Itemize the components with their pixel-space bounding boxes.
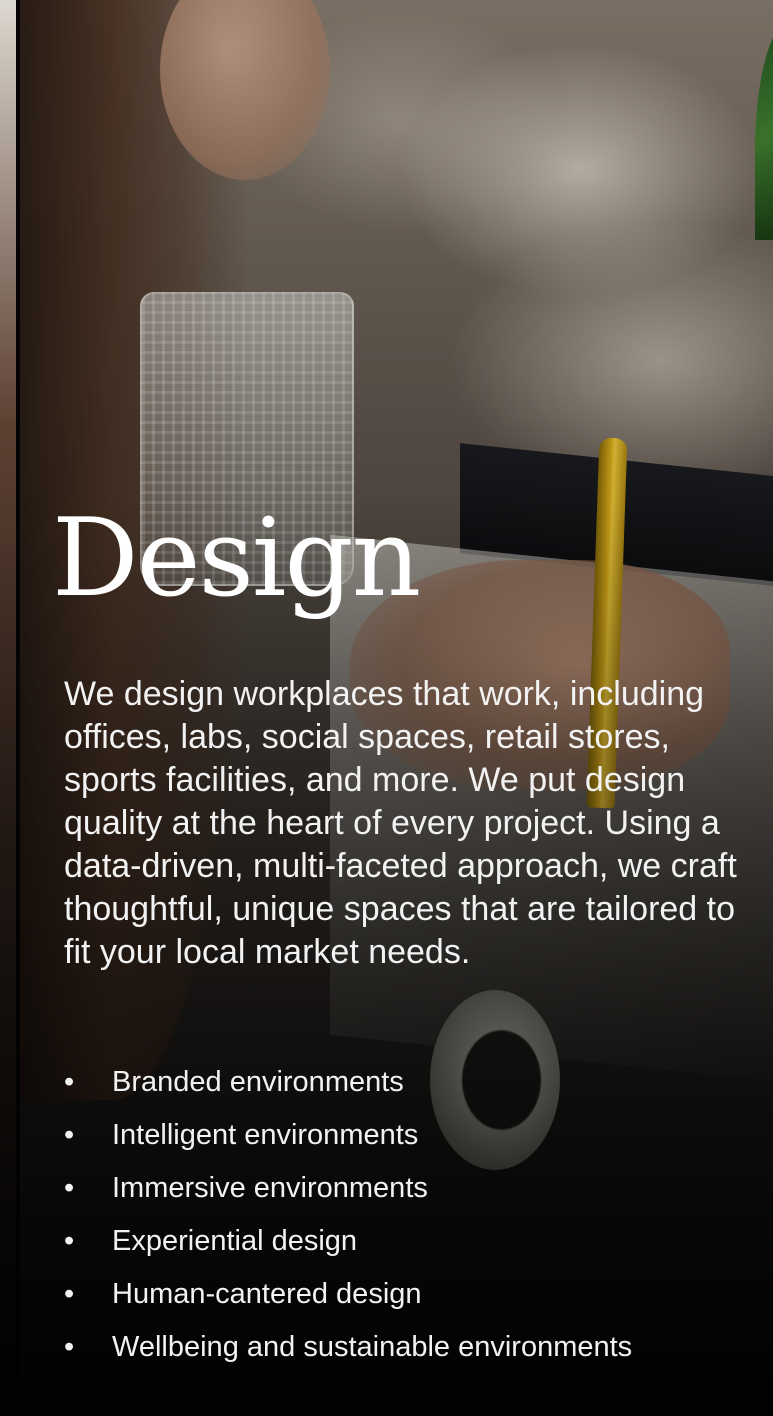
bullet-icon: • [64, 1066, 75, 1098]
design-content: Design We design workplaces that work, i… [52, 495, 742, 1374]
bullet-icon: • [64, 1119, 75, 1151]
feature-item: • Intelligent environments [64, 1109, 742, 1162]
bullet-icon: • [64, 1331, 75, 1363]
feature-item: • Branded environments [64, 1056, 742, 1109]
feature-label: Experiential design [112, 1225, 358, 1257]
feature-label: Intelligent environments [112, 1119, 419, 1151]
design-card: Design We design workplaces that work, i… [0, 0, 773, 1416]
feature-item: • Wellbeing and sustainable environments [64, 1321, 742, 1374]
feature-label: Wellbeing and sustainable environments [112, 1331, 633, 1363]
feature-label: Immersive environments [112, 1172, 428, 1204]
bullet-icon: • [64, 1225, 75, 1257]
feature-item: • Immersive environments [64, 1162, 742, 1215]
feature-label: Human-cantered design [112, 1278, 422, 1310]
feature-item: • Human-cantered design [64, 1268, 742, 1321]
section-title: Design [52, 496, 421, 621]
bullet-icon: • [64, 1278, 75, 1310]
feature-list: • Branded environments • Intelligent env… [64, 1056, 742, 1374]
feature-label: Branded environments [112, 1066, 404, 1098]
section-description: We design workplaces that work, includin… [64, 675, 737, 971]
feature-item: • Experiential design [64, 1215, 742, 1268]
bullet-icon: • [64, 1172, 75, 1204]
